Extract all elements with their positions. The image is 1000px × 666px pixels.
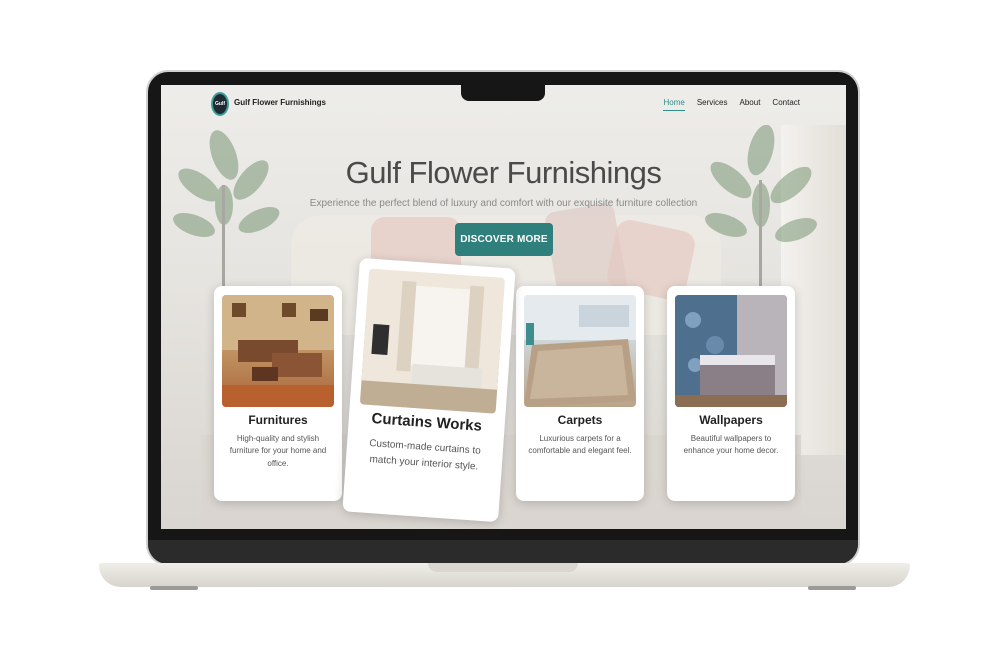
nav-services-link[interactable]: Services <box>697 98 728 111</box>
service-card-carpets[interactable]: Carpets Luxurious carpets for a comforta… <box>516 286 644 501</box>
service-title: Furnitures <box>248 413 308 427</box>
carpet-image <box>524 295 636 407</box>
service-description: Beautiful wallpapers to enhance your hom… <box>683 434 779 456</box>
laptop-chin <box>148 540 858 564</box>
laptop-foot-left <box>150 586 198 590</box>
wallpaper-image <box>675 295 787 407</box>
service-title: Wallpapers <box>699 413 763 427</box>
discover-more-button[interactable]: DISCOVER MORE <box>455 223 553 256</box>
logo-text: Gulf <box>215 101 225 107</box>
laptop-foot-right <box>808 586 856 590</box>
brand-name[interactable]: Gulf Flower Furnishings <box>234 98 326 107</box>
brand-logo-icon[interactable]: Gulf <box>211 92 229 116</box>
hero-title: Gulf Flower Furnishings <box>345 155 662 190</box>
curtains-image <box>359 268 505 414</box>
furniture-image <box>222 295 334 407</box>
service-card-wallpapers[interactable]: Wallpapers Beautiful wallpapers to enhan… <box>667 286 795 501</box>
service-description: High-quality and stylish furniture for y… <box>229 434 327 468</box>
service-card-curtains[interactable]: Curtains Works Custom-made curtains to m… <box>342 257 516 523</box>
hero-subtitle: Experience the perfect blend of luxury a… <box>309 198 698 209</box>
nav-about-link[interactable]: About <box>740 98 761 111</box>
service-card-furnitures[interactable]: Furnitures High-quality and stylish furn… <box>214 286 342 501</box>
camera-notch <box>461 85 545 101</box>
nav-home-link[interactable]: Home <box>663 98 685 111</box>
service-title: Carpets <box>557 413 603 427</box>
service-description: Custom-made curtains to match your inter… <box>368 437 482 473</box>
laptop-screen: Gulf Gulf Flower Furnishings Home Servic… <box>161 85 846 529</box>
nav-menu: Home Services About Contact <box>663 98 800 111</box>
service-description: Luxurious carpets for a comfortable and … <box>528 434 632 456</box>
laptop-base-notch <box>428 563 578 572</box>
nav-contact-link[interactable]: Contact <box>772 98 800 111</box>
